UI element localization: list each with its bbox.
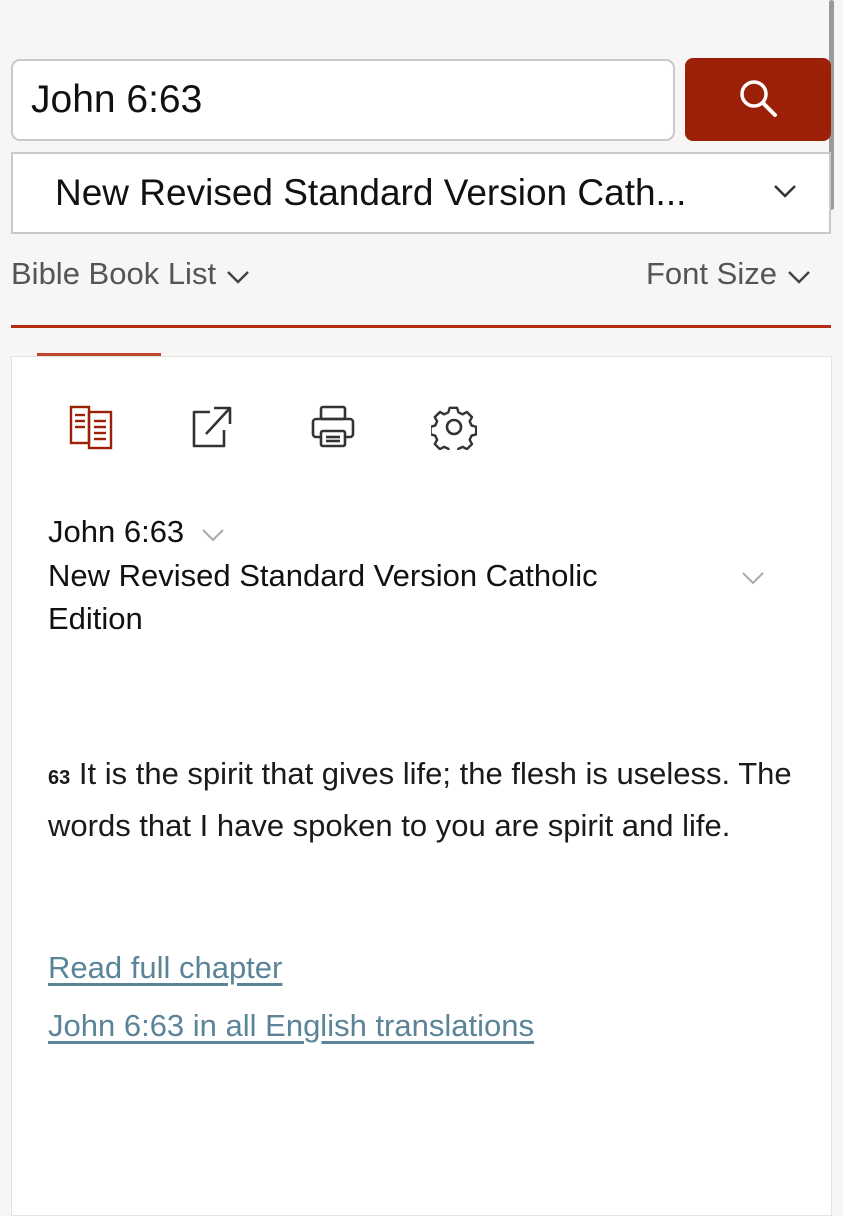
read-full-chapter-link[interactable]: Read full chapter (48, 950, 282, 986)
print-icon[interactable] (310, 404, 356, 455)
chevron-down-icon (201, 514, 225, 549)
font-size-toggle[interactable]: Font Size (646, 256, 811, 292)
all-translations-link[interactable]: John 6:63 in all English translations (48, 1008, 534, 1044)
search-icon (738, 78, 778, 121)
passage-reference-selector[interactable]: John 6:63 (48, 514, 225, 550)
active-tab-indicator (37, 353, 161, 356)
verse-text-block: 63 It is the spirit that gives life; the… (48, 748, 818, 852)
verse-number: 63 (48, 767, 71, 789)
bible-book-list-toggle[interactable]: Bible Book List (11, 256, 250, 292)
search-input[interactable] (11, 59, 675, 141)
bible-book-list-label: Bible Book List (11, 256, 217, 291)
passage-reference: John 6:63 (48, 514, 185, 549)
settings-icon[interactable] (429, 404, 478, 455)
nav-divider (11, 325, 831, 328)
passage-version-line1: New Revised Standard Version Catholic (48, 558, 598, 593)
parallel-view-icon[interactable] (68, 404, 114, 455)
version-select[interactable]: New Revised Standard Version Cath... (11, 152, 831, 234)
chevron-down-icon (226, 256, 250, 292)
font-size-label: Font Size (646, 256, 777, 291)
passage-version-line2: Edition (48, 601, 143, 636)
verse-text: It is the spirit that gives life; the fl… (48, 756, 792, 843)
chevron-down-icon (773, 184, 797, 203)
chevron-down-icon[interactable] (741, 571, 765, 590)
version-select-value: New Revised Standard Version Cath... (55, 172, 687, 213)
search-button[interactable] (685, 58, 831, 141)
chevron-down-icon (787, 256, 811, 292)
share-icon[interactable] (190, 404, 236, 455)
